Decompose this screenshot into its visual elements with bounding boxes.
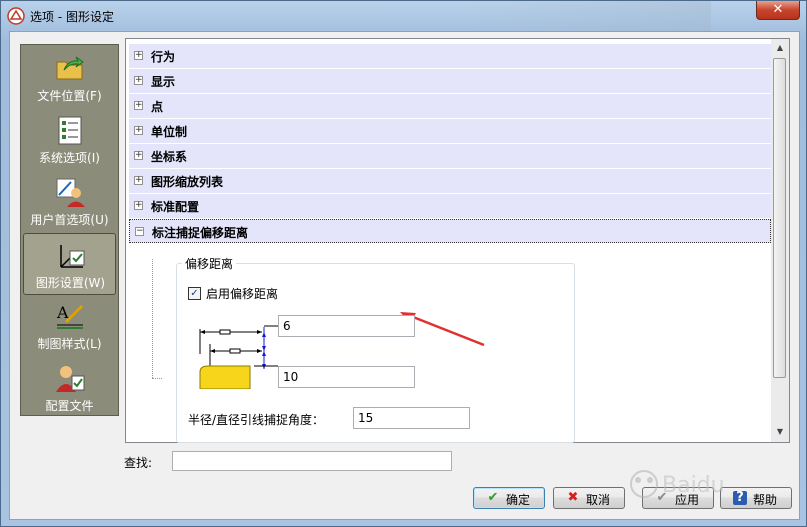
tree-item-label: 标准配置 — [151, 200, 200, 214]
graphics-settings-icon — [60, 245, 85, 268]
tree-item-label: 点 — [151, 100, 164, 114]
sidebar-item-label: 系统选项(I) — [39, 151, 100, 165]
x-icon: ✖ — [567, 490, 579, 505]
sidebar-item-file-locations[interactable]: 文件位置(F) — [23, 47, 116, 109]
tree-connector-line — [152, 259, 154, 378]
expand-plus-icon[interactable]: + — [134, 76, 143, 85]
sidebar-item-system-options[interactable]: 系统选项(I) — [23, 109, 116, 171]
tree-item-zoom-list[interactable]: + 图形缩放列表 — [129, 169, 771, 193]
enable-offset-label[interactable]: 启用偏移距离 — [206, 285, 278, 302]
title-bar[interactable]: 选项 - 图形设定 ✕ — [1, 1, 807, 31]
checklist-icon — [58, 116, 82, 145]
watermark-logo: Baidu — [630, 470, 725, 498]
collapse-minus-icon[interactable]: − — [135, 227, 144, 236]
tree-item-behavior[interactable]: + 行为 — [129, 44, 771, 68]
ok-button-label: 确定 — [506, 493, 531, 507]
settings-tree-panel: + 行为 + 显示 + 点 + 单位制 + 坐标系 + 图形缩放列表 + 标准配… — [125, 38, 790, 443]
tree-item-label: 显示 — [151, 75, 176, 89]
expand-plus-icon[interactable]: + — [134, 126, 143, 135]
tree-item-dim-snap-offset[interactable]: − 标注捕捉偏移距离 — [129, 219, 771, 243]
tree-item-label: 标注捕捉偏移距离 — [152, 226, 249, 240]
options-dialog: 选项 - 图形设定 ✕ 文件位置(F) 系统选项(I) 用户首选项(U) 图形设… — [0, 0, 807, 527]
user-profile-icon — [56, 366, 85, 392]
dialog-body: 文件位置(F) 系统选项(I) 用户首选项(U) 图形设置(W) A 制图样式(… — [9, 31, 800, 520]
angle-label: 半径/直径引线捕捉角度： — [188, 413, 325, 427]
tree-item-label: 行为 — [151, 50, 176, 64]
close-button[interactable]: ✕ — [756, 1, 800, 20]
tree-item-display[interactable]: + 显示 — [129, 69, 771, 93]
enable-offset-checkbox[interactable]: ✓ — [188, 287, 201, 300]
sidebar-item-label: 用户首选项(U) — [30, 213, 109, 227]
vertical-scrollbar[interactable]: ▲ ▼ — [771, 39, 789, 442]
tree-item-label: 单位制 — [151, 125, 188, 139]
first-offset-input[interactable]: 6 — [278, 315, 415, 337]
tree-connector-line — [152, 378, 162, 380]
tree-item-point[interactable]: + 点 — [129, 94, 771, 118]
expand-plus-icon[interactable]: + — [134, 201, 143, 210]
expand-plus-icon[interactable]: + — [134, 151, 143, 160]
check-icon: ✔ — [487, 490, 499, 505]
expand-plus-icon[interactable]: + — [134, 101, 143, 110]
svg-text:Baidu: Baidu — [662, 473, 725, 498]
scroll-up-icon[interactable]: ▲ — [773, 41, 787, 55]
sidebar-item-label: 配置文件 — [45, 399, 94, 413]
sidebar-item-label: 图形设置(W) — [35, 276, 106, 290]
tree-item-units[interactable]: + 单位制 — [129, 119, 771, 143]
sidebar-item-label: 文件位置(F) — [37, 89, 102, 103]
second-offset-input[interactable]: 10 — [278, 366, 415, 388]
snap-angle-input[interactable]: 15 — [353, 407, 470, 429]
expand-plus-icon[interactable]: + — [134, 176, 143, 185]
sidebar-item-user-preferences[interactable]: 用户首选项(U) — [23, 171, 116, 233]
folder-arrow-icon — [56, 56, 84, 80]
category-sidebar: 文件位置(F) 系统选项(I) 用户首选项(U) 图形设置(W) A 制图样式(… — [20, 44, 119, 416]
expand-plus-icon[interactable]: + — [134, 51, 143, 60]
app-logo-icon — [7, 7, 25, 25]
ok-button[interactable]: ✔ 确定 — [473, 487, 545, 509]
tree-item-coordinate-system[interactable]: + 坐标系 — [129, 144, 771, 168]
offset-diagram — [199, 325, 278, 389]
tree-item-label: 图形缩放列表 — [151, 175, 224, 189]
background-window-ghost — [471, 1, 711, 31]
sidebar-item-graphics-settings[interactable]: 图形设置(W) — [23, 233, 116, 295]
search-input[interactable] — [172, 451, 452, 471]
search-label: 查找: — [124, 456, 153, 470]
cancel-button-label: 取消 — [586, 493, 611, 507]
drafting-style-icon: A — [56, 303, 84, 329]
cancel-button[interactable]: ✖ 取消 — [553, 487, 625, 509]
sidebar-item-label: 制图样式(L) — [37, 337, 102, 351]
scroll-down-icon[interactable]: ▼ — [773, 425, 787, 439]
scroll-thumb[interactable] — [773, 58, 786, 378]
tree-item-standard-config[interactable]: + 标准配置 — [129, 194, 771, 218]
tree-item-label: 坐标系 — [151, 150, 188, 164]
user-edit-icon — [56, 178, 85, 207]
group-title: 偏移距离 — [182, 255, 237, 272]
sidebar-item-drafting-style[interactable]: A 制图样式(L) — [23, 295, 116, 357]
sidebar-item-profile[interactable]: 配置文件 — [23, 357, 116, 419]
window-title: 选项 - 图形设定 — [30, 10, 114, 24]
